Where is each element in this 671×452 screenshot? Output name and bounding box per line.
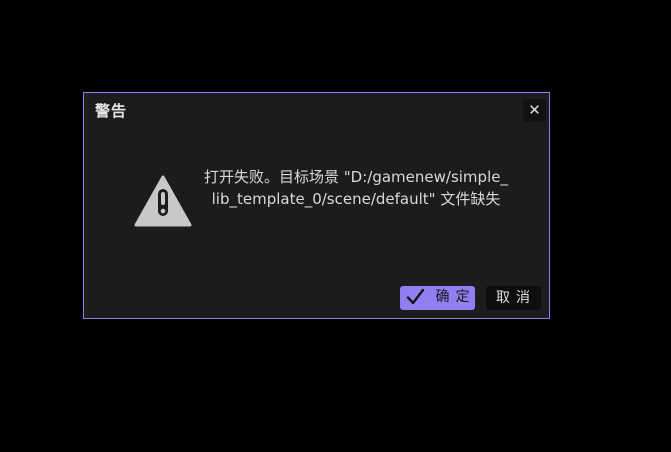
confirm-label: 确定 — [435, 288, 476, 305]
cancel-button[interactable]: 取消 — [486, 286, 541, 310]
confirm-button[interactable]: 确定 — [400, 286, 475, 310]
error-message: 打开失败。目标场景 "D:/gamenew/simple_lib_templat… — [204, 168, 508, 208]
close-button[interactable]: ✕ — [523, 99, 546, 122]
close-icon[interactable]: ✕ — [528, 101, 541, 119]
dialog-title: 警告 — [95, 102, 128, 120]
check-icon — [406, 288, 425, 304]
warning-dialog: 警告 ✕ 打开失败。目标场景 "D:/gamenew/simple_lib_te… — [83, 92, 550, 319]
warning-icon — [134, 175, 192, 227]
